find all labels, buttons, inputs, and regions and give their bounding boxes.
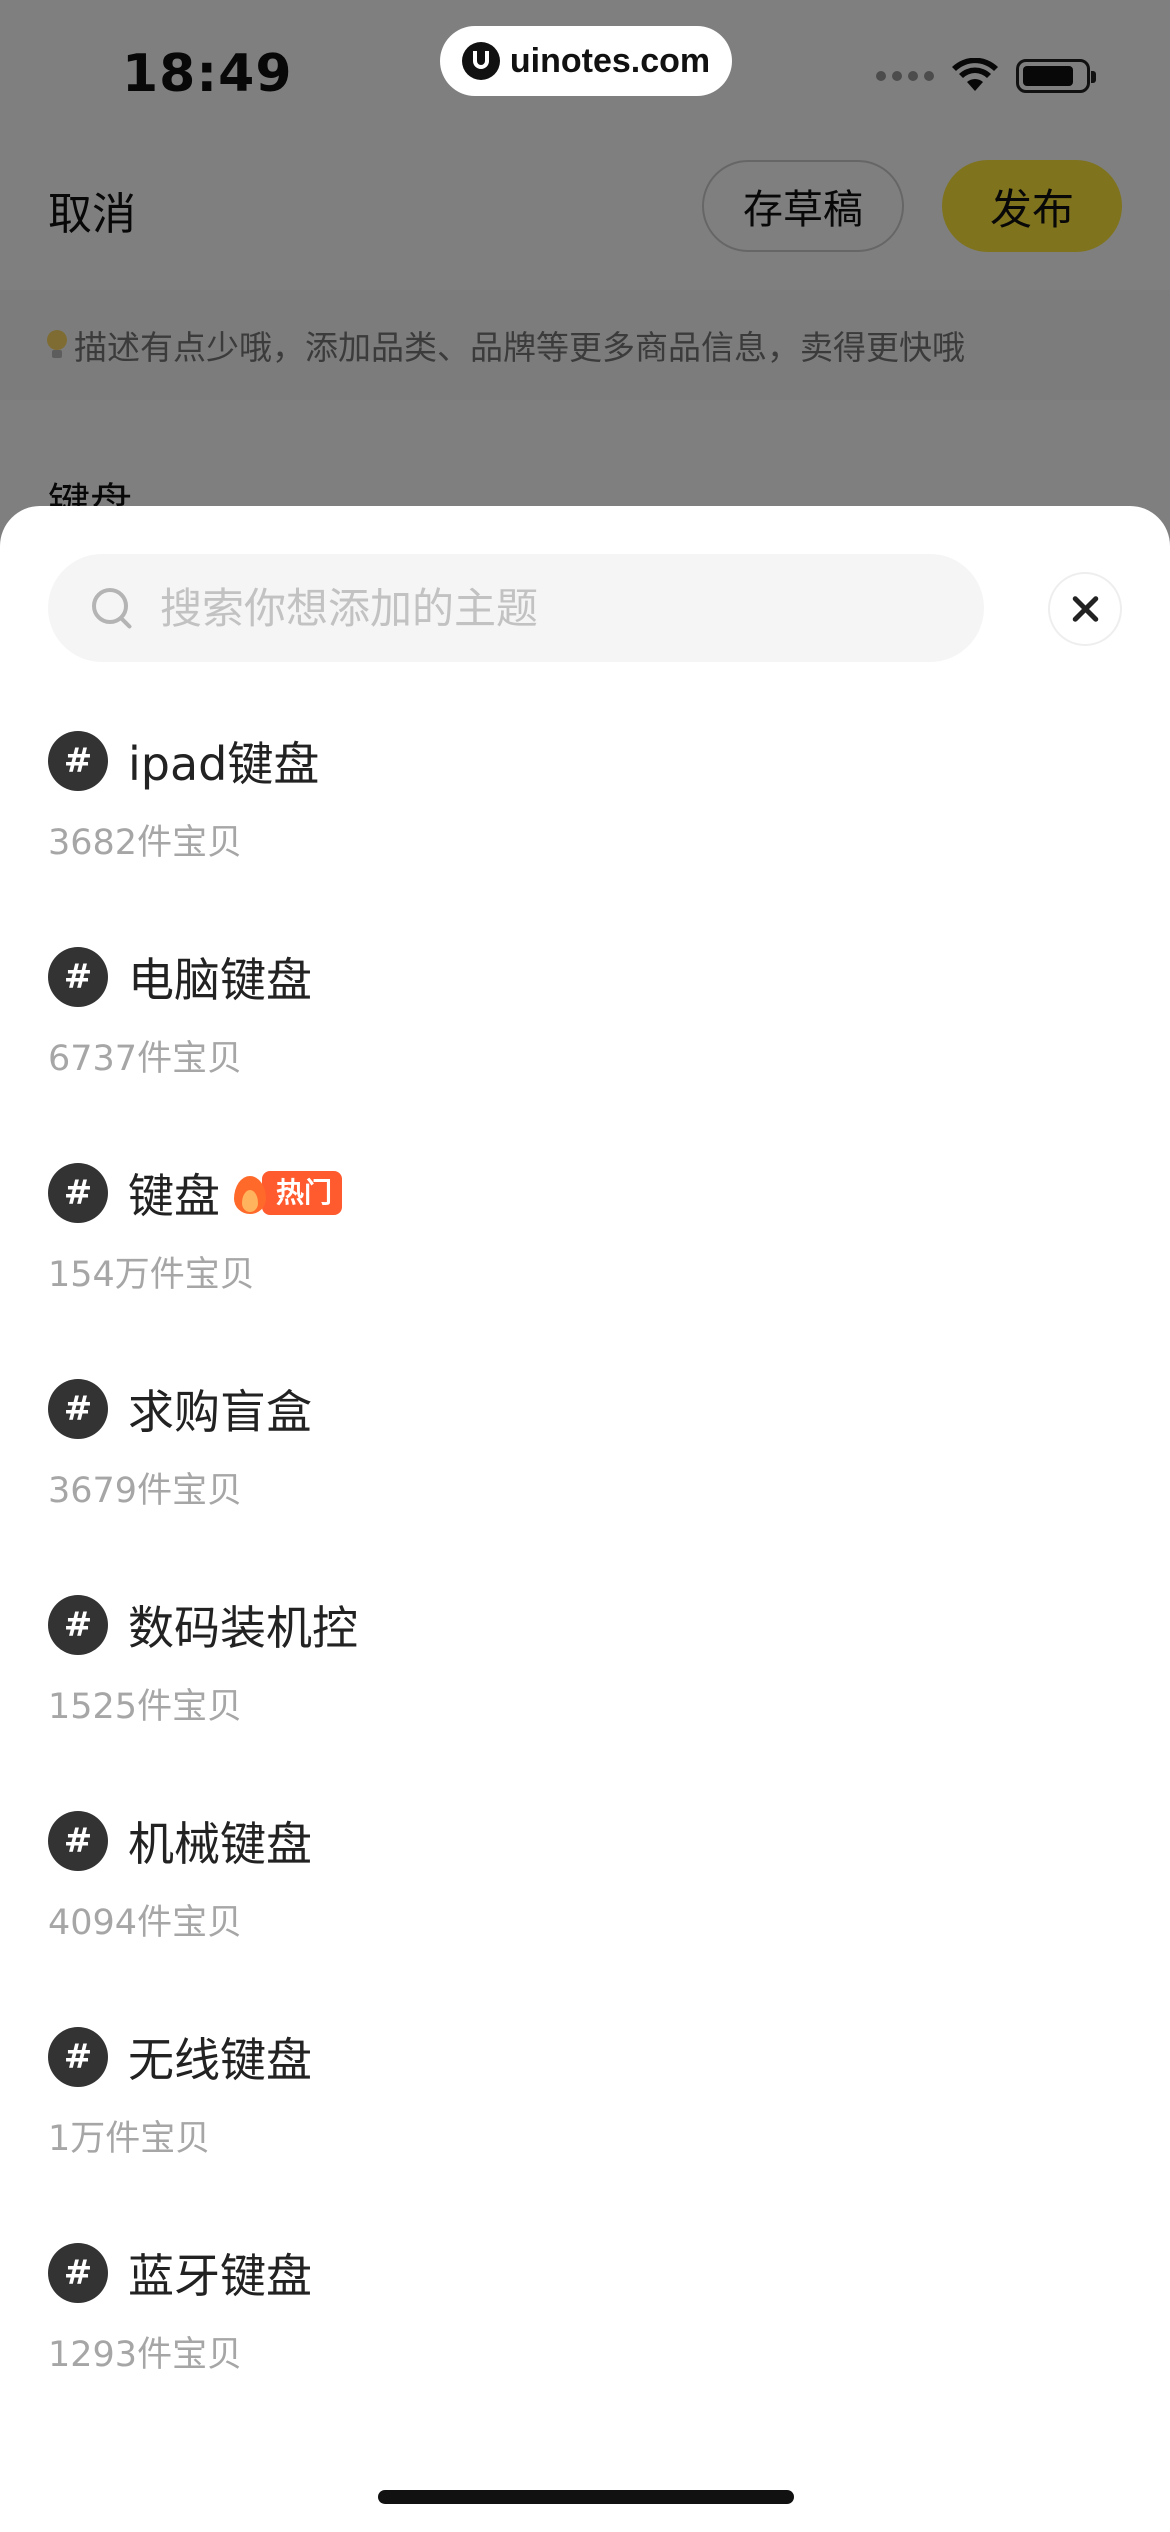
search-box[interactable] [48, 554, 984, 662]
topic-list: # ipad键盘 3682件宝贝 # 电脑键盘 6737件宝贝 # 键盘 热门 … [0, 720, 1170, 2448]
topic-name: 无线键盘 [128, 2033, 312, 2087]
topic-count: 6737件宝贝 [48, 1039, 243, 1079]
topic-count: 154万件宝贝 [48, 1255, 255, 1295]
hashtag-icon: # [48, 2243, 108, 2303]
hashtag-icon: # [48, 1379, 108, 1439]
hot-badge: 热门 [232, 1169, 343, 1217]
topic-name: 求购盲盒 [128, 1385, 312, 1439]
topic-item[interactable]: # 无线键盘 1万件宝贝 [0, 2016, 1170, 2232]
topic-count: 1293件宝贝 [48, 2335, 243, 2375]
close-icon [1070, 594, 1100, 624]
watermark-text: uinotes.com [509, 41, 711, 80]
watermark-logo-icon [461, 42, 500, 80]
hashtag-icon: # [48, 2027, 108, 2087]
home-indicator [378, 2490, 794, 2504]
topic-count: 1525件宝贝 [48, 1687, 243, 1727]
hashtag-icon: # [48, 1163, 108, 1223]
hashtag-icon: # [48, 947, 108, 1007]
flame-icon [232, 1170, 268, 1216]
topic-name: 键盘 [128, 1169, 220, 1223]
topic-picker-sheet: # ipad键盘 3682件宝贝 # 电脑键盘 6737件宝贝 # 键盘 热门 … [0, 506, 1170, 2532]
topic-item[interactable]: # 电脑键盘 6737件宝贝 [0, 936, 1170, 1152]
topic-name: 电脑键盘 [128, 953, 312, 1007]
topic-item[interactable]: # ipad键盘 3682件宝贝 [0, 720, 1170, 936]
topic-count: 3682件宝贝 [48, 823, 243, 863]
topic-count: 3679件宝贝 [48, 1471, 243, 1511]
search-input[interactable] [158, 582, 942, 634]
topic-item[interactable]: # 机械键盘 4094件宝贝 [0, 1800, 1170, 2016]
watermark-badge: uinotes.com [440, 26, 732, 96]
hashtag-icon: # [48, 731, 108, 791]
topic-count: 4094件宝贝 [48, 1903, 243, 1943]
topic-item[interactable]: # 蓝牙键盘 1293件宝贝 [0, 2232, 1170, 2448]
hot-badge-label: 热门 [262, 1171, 343, 1215]
topic-item[interactable]: # 键盘 热门 154万件宝贝 [0, 1152, 1170, 1368]
close-button[interactable] [1050, 574, 1120, 644]
topic-name: 数码装机控 [128, 1601, 358, 1655]
topic-item[interactable]: # 求购盲盒 3679件宝贝 [0, 1368, 1170, 1584]
search-icon [90, 586, 134, 630]
hashtag-icon: # [48, 1595, 108, 1655]
topic-name: 机械键盘 [128, 1817, 312, 1871]
topic-name: ipad键盘 [128, 737, 320, 791]
topic-item[interactable]: # 数码装机控 1525件宝贝 [0, 1584, 1170, 1800]
topic-count: 1万件宝贝 [48, 2119, 211, 2159]
topic-name: 蓝牙键盘 [128, 2249, 312, 2303]
hashtag-icon: # [48, 1811, 108, 1871]
